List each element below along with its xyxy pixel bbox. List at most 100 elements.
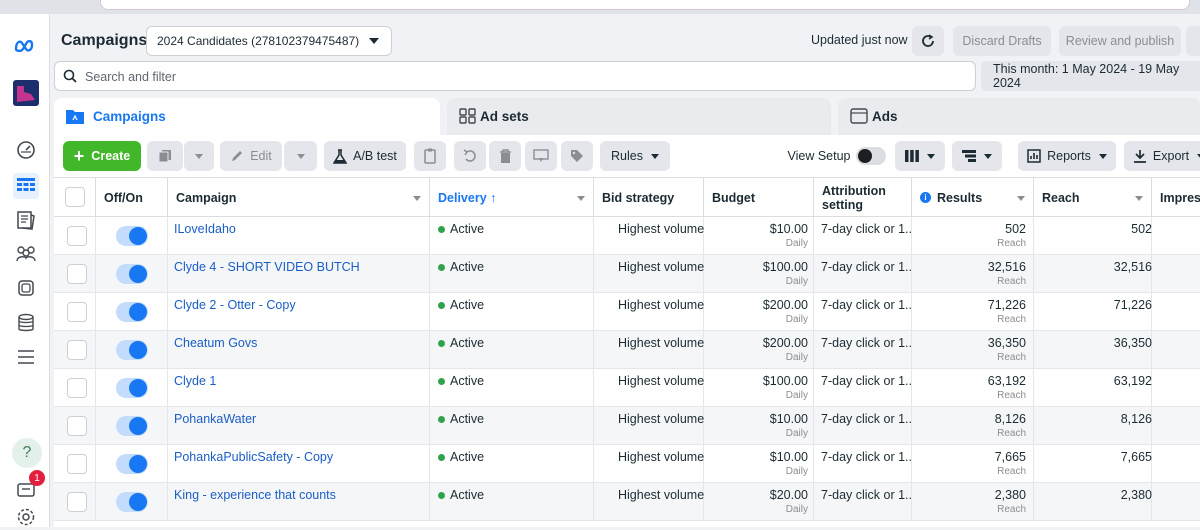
table-row[interactable]: PohankaWater Active Highest volume $10.00 Da… <box>54 407 1200 445</box>
row-checkbox[interactable] <box>67 454 87 474</box>
campaign-toggle[interactable] <box>116 454 148 474</box>
preview-button[interactable] <box>525 141 557 171</box>
row-checkbox[interactable] <box>67 378 87 398</box>
catalog-icon[interactable] <box>13 275 39 301</box>
tab-campaigns[interactable]: Campaigns <box>54 98 440 135</box>
create-button[interactable]: + Create <box>63 141 141 171</box>
attribution-setting: 7-day click or 1... <box>821 450 911 464</box>
campaign-name-link[interactable]: Cheatum Govs <box>174 336 257 350</box>
campaign-toggle[interactable] <box>116 264 148 284</box>
duplicate-button[interactable] <box>147 141 183 171</box>
menu-icon[interactable] <box>13 344 39 370</box>
select-all-checkbox[interactable] <box>65 187 85 207</box>
col-attribution[interactable]: Attribution setting <box>814 178 912 217</box>
breakdown-button[interactable] <box>952 141 1002 171</box>
budget-value[interactable]: $10.00 <box>770 450 808 464</box>
help-icon[interactable]: ? <box>12 438 42 468</box>
tag-button[interactable] <box>561 141 593 171</box>
tab-ad-sets[interactable]: Ad sets <box>447 98 831 135</box>
account-selector[interactable]: 2024 Candidates (278102379475487) <box>146 26 392 56</box>
table-cell <box>1152 255 1200 292</box>
row-checkbox[interactable] <box>67 340 87 360</box>
budget-value[interactable]: $200.00 <box>763 336 808 350</box>
row-checkbox[interactable] <box>67 416 87 436</box>
status-dot-icon <box>438 340 445 347</box>
export-button[interactable]: Export <box>1124 141 1200 171</box>
col-off-on[interactable]: Off/On <box>96 178 168 217</box>
campaign-name-link[interactable]: Clyde 2 - Otter - Copy <box>174 298 296 312</box>
campaign-toggle[interactable] <box>116 492 148 512</box>
col-results[interactable]: i Results <box>912 178 1034 217</box>
col-delivery[interactable]: Delivery ↑ <box>430 178 594 217</box>
table-row[interactable]: Clyde 4 - SHORT VIDEO BUTCH Active Highest… <box>54 255 1200 293</box>
table-row[interactable]: ILoveIdaho Active Highest volume $10.00 Dail… <box>54 217 1200 255</box>
table-row[interactable]: Cheatum Govs Active Highest volume $200.00 D… <box>54 331 1200 369</box>
settings-gear-icon[interactable] <box>13 504 39 530</box>
budget-value[interactable]: $10.00 <box>770 412 808 426</box>
account-name: 2024 Candidates (278102379475487) <box>157 34 360 48</box>
budget-value[interactable]: $100.00 <box>763 374 808 388</box>
edit-button[interactable]: Edit <box>220 141 282 171</box>
delete-button[interactable] <box>489 141 521 171</box>
row-checkbox[interactable] <box>67 264 87 284</box>
campaign-toggle[interactable] <box>116 378 148 398</box>
select-all-cell <box>54 178 96 217</box>
columns-button[interactable] <box>895 141 945 171</box>
campaign-name-link[interactable]: PohankaWater <box>174 412 256 426</box>
dashboard-icon[interactable] <box>13 137 39 163</box>
campaign-name-link[interactable]: King - experience that counts <box>174 488 336 502</box>
results-value: 63,192 <box>987 374 1026 388</box>
campaign-name-link[interactable]: Clyde 4 - SHORT VIDEO BUTCH <box>174 260 360 274</box>
status-dot-icon <box>438 378 445 385</box>
search-filter-bar[interactable]: Search and filter <box>54 61 976 91</box>
campaign-name-link[interactable]: ILoveIdaho <box>174 222 236 236</box>
view-setup-toggle[interactable] <box>856 147 886 165</box>
campaign-toggle[interactable] <box>116 416 148 436</box>
col-bid-strategy[interactable]: Bid strategy <box>594 178 704 217</box>
row-checkbox[interactable] <box>67 226 87 246</box>
billing-icon[interactable] <box>13 310 39 336</box>
rules-button[interactable]: Rules <box>600 141 670 171</box>
attribution-setting: 7-day click or 1... <box>821 298 911 312</box>
row-checkbox[interactable] <box>67 302 87 322</box>
audiences-icon[interactable] <box>13 241 39 267</box>
campaign-toggle[interactable] <box>116 302 148 322</box>
ads-icon <box>850 108 868 124</box>
budget-value[interactable]: $10.00 <box>770 222 808 236</box>
bid-strategy: Highest volume <box>618 412 705 426</box>
col-reach[interactable]: Reach <box>1034 178 1152 217</box>
campaign-name-link[interactable]: Clyde 1 <box>174 374 216 388</box>
budget-value[interactable]: $200.00 <box>763 298 808 312</box>
edit-dropdown-button[interactable] <box>284 141 317 171</box>
campaign-toggle[interactable] <box>116 340 148 360</box>
date-range-picker[interactable]: This month: 1 May 2024 - 19 May 2024 <box>981 61 1200 91</box>
table-row[interactable]: PohankaPublicSafety - Copy Active Highest … <box>54 445 1200 483</box>
budget-value[interactable]: $100.00 <box>763 260 808 274</box>
account-avatar-icon[interactable] <box>13 80 39 106</box>
row-checkbox[interactable] <box>67 492 87 512</box>
col-impressions[interactable]: Impress <box>1152 178 1200 217</box>
campaign-name-link[interactable]: PohankaPublicSafety - Copy <box>174 450 333 464</box>
meta-logo-icon[interactable] <box>13 32 39 58</box>
col-campaign[interactable]: Campaign <box>168 178 430 217</box>
duplicate-dropdown-button[interactable] <box>184 141 214 171</box>
table-row[interactable]: Clyde 2 - Otter - Copy Active Highest volu… <box>54 293 1200 331</box>
clipboard-button[interactable] <box>414 141 446 171</box>
col-budget[interactable]: Budget <box>704 178 814 217</box>
review-publish-button[interactable]: Review and publish <box>1059 26 1181 56</box>
ab-test-button[interactable]: A/B test <box>324 141 406 171</box>
pages-icon[interactable] <box>13 207 39 233</box>
table-row[interactable]: Clyde 1 Active Highest volume $100.00 Daily 7… <box>54 369 1200 407</box>
tab-ads[interactable]: Ads <box>838 98 1200 135</box>
table-row[interactable]: King - experience that counts Active Highe… <box>54 483 1200 521</box>
discard-drafts-button[interactable]: Discard Drafts <box>953 26 1051 56</box>
campaign-toggle[interactable] <box>116 226 148 246</box>
budget-value[interactable]: $20.00 <box>770 488 808 502</box>
more-options-button[interactable] <box>1186 26 1200 56</box>
ads-manager-table-icon[interactable] <box>13 173 39 199</box>
refresh-button[interactable] <box>912 26 944 56</box>
undo-button[interactable] <box>454 141 486 171</box>
reports-button[interactable]: Reports <box>1018 141 1116 171</box>
delivery-status: Active <box>450 374 485 388</box>
results-type: Reach <box>997 238 1026 249</box>
